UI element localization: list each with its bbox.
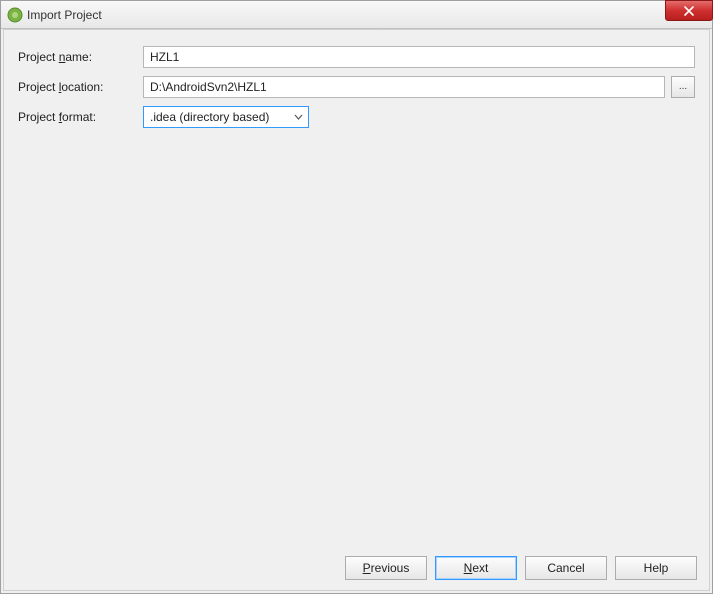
btn-text: revious: [371, 561, 410, 575]
label-text: ormat:: [62, 110, 96, 124]
previous-button[interactable]: Previous: [345, 556, 427, 580]
row-project-name: Project name:: [18, 46, 695, 68]
close-button[interactable]: [665, 0, 713, 21]
label-project-location: Project location:: [18, 80, 143, 94]
help-button[interactable]: Help: [615, 556, 697, 580]
project-format-select[interactable]: .idea (directory based): [143, 106, 309, 128]
chevron-down-icon: [294, 114, 303, 120]
titlebar: Import Project: [1, 1, 712, 29]
label-text: Project: [18, 110, 59, 124]
form-area: Project name: Project location: ... Proj…: [4, 30, 709, 152]
label-text: Project: [18, 80, 59, 94]
btn-text: Help: [644, 561, 669, 575]
btn-text: Cancel: [547, 561, 584, 575]
project-format-select-wrap: .idea (directory based): [143, 106, 309, 128]
project-name-input[interactable]: [143, 46, 695, 68]
button-bar: Previous Next Cancel Help: [345, 556, 697, 580]
label-project-name: Project name:: [18, 50, 143, 64]
label-text: Project: [18, 50, 59, 64]
browse-button[interactable]: ...: [671, 76, 695, 98]
window-title: Import Project: [27, 8, 102, 22]
select-value: .idea (directory based): [150, 110, 269, 124]
app-icon: [7, 7, 23, 23]
next-button[interactable]: Next: [435, 556, 517, 580]
cancel-button[interactable]: Cancel: [525, 556, 607, 580]
btn-text: ext: [472, 561, 488, 575]
project-location-input[interactable]: [143, 76, 665, 98]
row-project-location: Project location: ...: [18, 76, 695, 98]
btn-mnemonic: P: [363, 561, 371, 575]
content-area: Project name: Project location: ... Proj…: [3, 29, 710, 591]
dialog-window: Import Project Project name: Project loc…: [0, 0, 713, 594]
label-project-format: Project format:: [18, 110, 143, 124]
label-text: ame:: [65, 50, 92, 64]
label-text: ocation:: [61, 80, 103, 94]
row-project-format: Project format: .idea (directory based): [18, 106, 695, 128]
